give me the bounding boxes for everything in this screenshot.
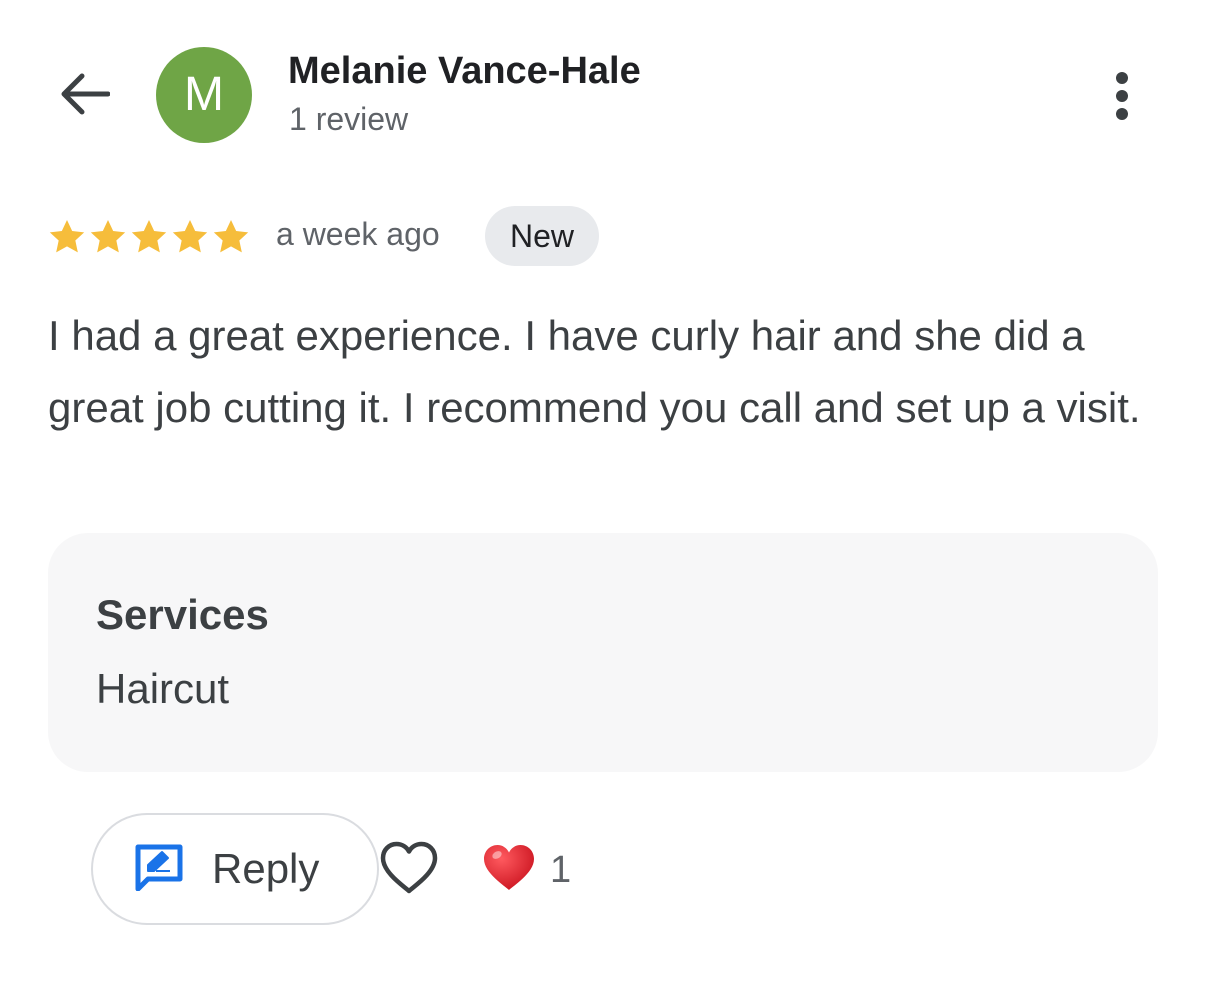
like-button[interactable]: [377, 838, 441, 902]
star-icon: [49, 220, 85, 253]
review-timestamp: a week ago: [276, 216, 440, 252]
services-card: Services Haircut: [48, 533, 1158, 772]
review-count: 1 review: [289, 101, 409, 137]
badge-label: New: [510, 217, 575, 254]
more-options-button[interactable]: [1100, 66, 1144, 126]
reply-label: Reply: [212, 845, 320, 892]
edit-reply-icon: [134, 843, 184, 896]
arrow-back-icon: [58, 72, 111, 121]
back-button[interactable]: [52, 64, 116, 128]
avatar-initial: M: [184, 68, 224, 121]
star-icon: [131, 220, 167, 253]
reaction-summary[interactable]: 1: [482, 838, 571, 902]
avatar[interactable]: M: [156, 47, 252, 143]
star-icon: [90, 220, 126, 253]
services-value: Haircut: [96, 665, 230, 712]
reply-button[interactable]: Reply: [91, 813, 379, 925]
services-title: Services: [96, 591, 269, 638]
star-rating: [47, 217, 251, 257]
more-vert-icon: [1116, 72, 1128, 84]
reviewer-name[interactable]: Melanie Vance-Hale: [288, 50, 641, 93]
new-badge: New: [485, 206, 600, 266]
reaction-count: 1: [550, 848, 572, 891]
red-heart-icon: [482, 843, 536, 898]
star-icon: [213, 220, 249, 253]
review-text: I had a great experience. I have curly h…: [48, 312, 1141, 431]
star-icon: [172, 220, 208, 253]
heart-outline-icon: [379, 840, 439, 901]
